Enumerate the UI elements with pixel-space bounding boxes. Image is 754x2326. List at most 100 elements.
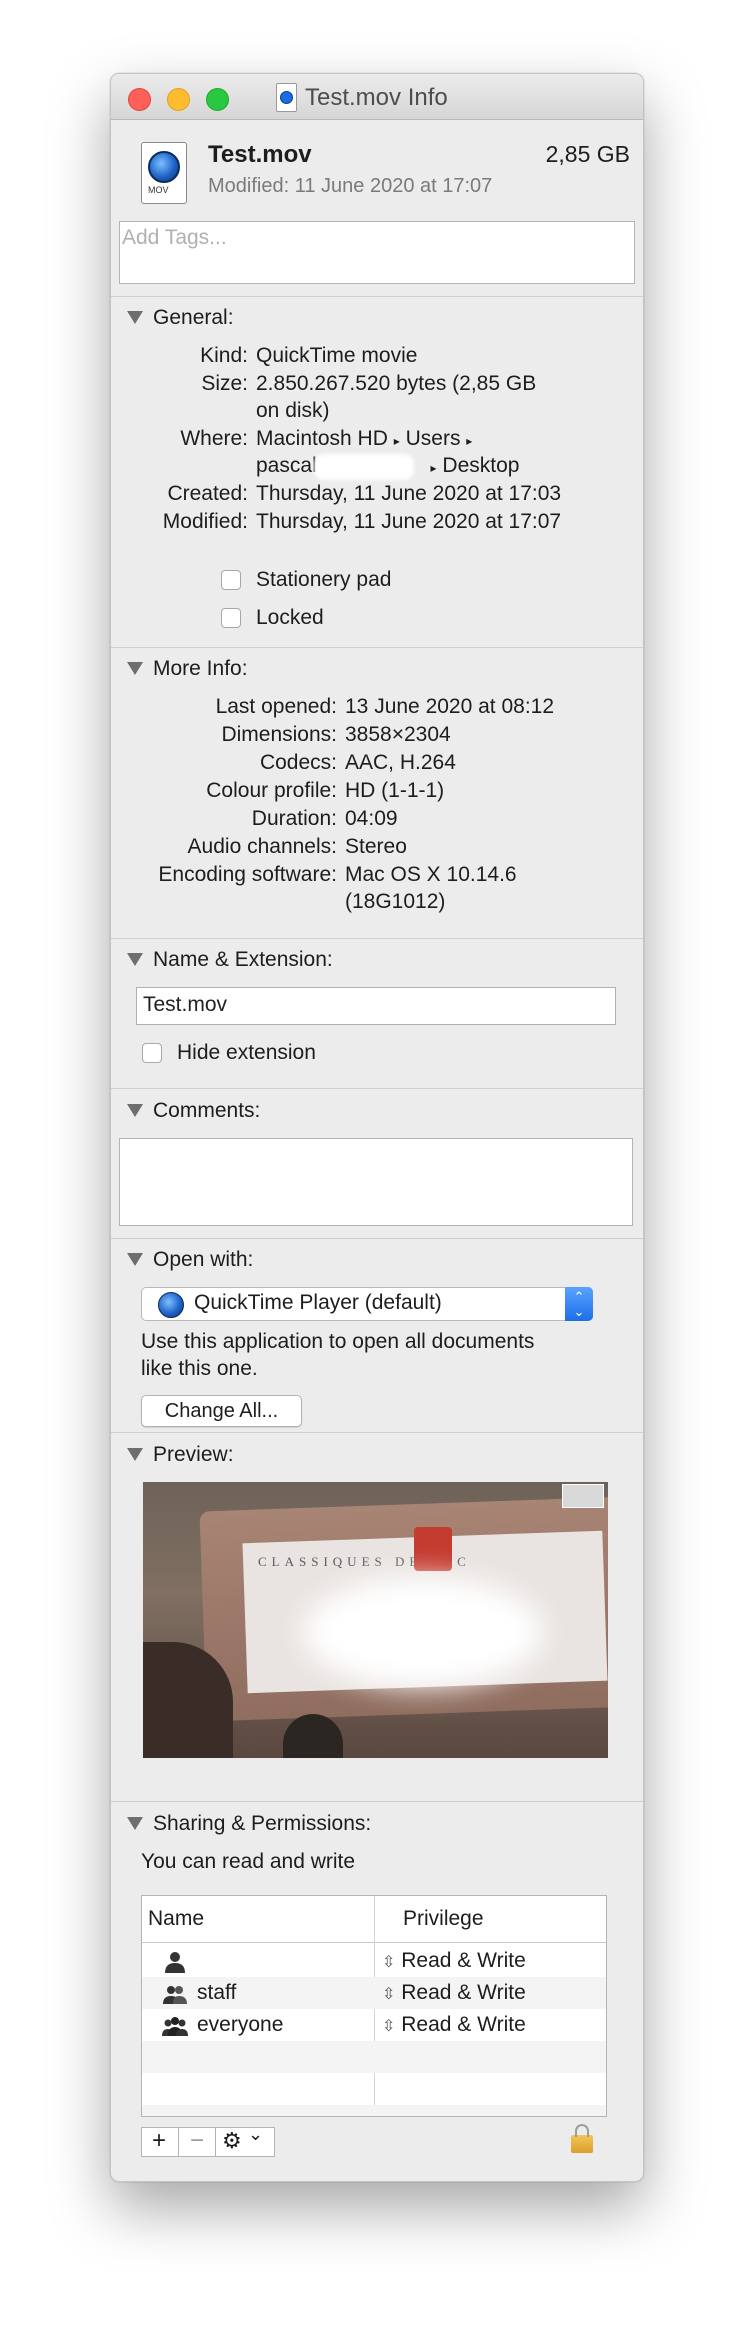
- disclosure-triangle-icon[interactable]: [127, 311, 143, 324]
- tags-input[interactable]: [120, 222, 602, 250]
- section-comments[interactable]: Comments:: [153, 1099, 260, 1123]
- table-row-empty: [142, 2041, 606, 2073]
- codecs-value: AAC, H.264: [345, 751, 456, 774]
- encoding-software-label: Encoding software:: [158, 863, 337, 886]
- movie-file-icon: MOV: [141, 142, 187, 204]
- lock-icon[interactable]: [571, 2124, 593, 2153]
- single-user-icon: [165, 1952, 185, 1973]
- action-menu-button[interactable]: ⚙ ⌄: [215, 2124, 275, 2157]
- disclosure-triangle-icon[interactable]: [127, 953, 143, 966]
- section-general[interactable]: General:: [153, 306, 234, 330]
- redacted-user: [197, 1951, 352, 1973]
- stationery-label: Stationery pad: [256, 568, 392, 591]
- open-with-popup[interactable]: QuickTime Player (default) ⌃ ⌄: [141, 1287, 593, 1321]
- everyone-icon: [162, 2017, 188, 2036]
- modified-value: Thursday, 11 June 2020 at 17:07: [256, 510, 562, 533]
- gear-icon: ⚙: [222, 2128, 242, 2153]
- disclosure-triangle-icon[interactable]: [127, 1817, 143, 1830]
- where-path: Macintosh HD ▸ Users ▸: [256, 427, 472, 451]
- quicktime-player-icon: [158, 1292, 184, 1318]
- permission-privilege[interactable]: ⇳ Read & Write: [382, 1981, 526, 2005]
- close-button[interactable]: [128, 88, 151, 111]
- size-value-cont: on disk): [256, 399, 330, 422]
- file-icon-label: MOV: [148, 185, 169, 195]
- colour-profile-value: HD (1-1-1): [345, 779, 445, 802]
- encoding-software-build: (18G1012): [345, 890, 446, 913]
- stationery-checkbox[interactable]: [221, 570, 241, 590]
- info-window: Test.mov Info MOV Test.mov 2,85 GB Modif…: [110, 73, 644, 2182]
- divider: [111, 938, 643, 939]
- path-arrow-icon: ▸: [430, 461, 437, 475]
- path-desktop: Desktop: [442, 454, 520, 477]
- path-users: Users: [405, 427, 461, 450]
- divider: [111, 647, 643, 648]
- created-label: Created:: [167, 482, 248, 505]
- add-button[interactable]: +: [141, 2127, 179, 2157]
- zoom-button[interactable]: [206, 88, 229, 111]
- duration-label: Duration:: [251, 807, 337, 830]
- quicktime-document-icon: [276, 83, 297, 112]
- redacted-area: [303, 1577, 543, 1687]
- change-all-button[interactable]: Change All...: [141, 1395, 302, 1427]
- file-size: 2,85 GB: [545, 141, 630, 167]
- table-row[interactable]: everyone ⇳ Read & Write: [142, 2009, 606, 2041]
- disclosure-triangle-icon[interactable]: [127, 1448, 143, 1461]
- table-row[interactable]: ⇳ Read & Write: [142, 1945, 606, 1977]
- movie-preview[interactable]: CLASSIQUES DE POC: [143, 1482, 608, 1758]
- name-field[interactable]: [136, 987, 616, 1025]
- path-arrow-icon: ▸: [466, 434, 473, 448]
- column-privilege[interactable]: Privilege: [403, 1907, 484, 1931]
- divider: [111, 1432, 643, 1433]
- tags-field[interactable]: [119, 221, 635, 284]
- title-bar: Test.mov Info: [111, 74, 643, 120]
- permissions-table[interactable]: Name Privilege ⇳ Read & Write staff ⇳ Re…: [141, 1895, 607, 2117]
- section-sharing[interactable]: Sharing & Permissions:: [153, 1812, 371, 1836]
- size-value: 2.850.267.520 bytes (2,85 GB: [256, 372, 537, 395]
- section-more-info[interactable]: More Info:: [153, 657, 248, 681]
- codecs-label: Codecs:: [259, 751, 337, 774]
- name-input[interactable]: [137, 988, 609, 1022]
- audio-channels-label: Audio channels:: [187, 835, 337, 858]
- disclosure-triangle-icon[interactable]: [127, 1104, 143, 1117]
- created-value: Thursday, 11 June 2020 at 17:03: [256, 482, 562, 505]
- column-name[interactable]: Name: [148, 1907, 204, 1931]
- sharing-summary: You can read and write: [141, 1850, 356, 1873]
- disclosure-triangle-icon[interactable]: [127, 662, 143, 675]
- dimensions-value: 3858×2304: [345, 723, 451, 746]
- last-opened-label: Last opened:: [215, 695, 337, 718]
- dimensions-label: Dimensions:: [221, 723, 337, 746]
- section-open-with[interactable]: Open with:: [153, 1248, 253, 1272]
- quicktime-logo-icon: [148, 151, 180, 183]
- path-disk: Macintosh HD: [256, 427, 388, 450]
- table-row-empty: [142, 2105, 606, 2116]
- section-preview[interactable]: Preview:: [153, 1443, 234, 1467]
- divider: [111, 1088, 643, 1089]
- popup-stepper-icon: ⌃ ⌄: [565, 1287, 593, 1321]
- remove-button[interactable]: −: [178, 2127, 216, 2157]
- open-with-description-cont: like this one.: [141, 1357, 258, 1380]
- window-title: Test.mov Info: [305, 84, 448, 111]
- permission-privilege[interactable]: ⇳ Read & Write: [382, 2013, 526, 2037]
- redacted-username: [314, 454, 414, 480]
- modified-summary: Modified: 11 June 2020 at 17:07: [208, 175, 493, 197]
- permission-user-name: staff: [197, 1981, 237, 2004]
- minimize-button[interactable]: [167, 88, 190, 111]
- permission-user-name: everyone: [197, 2013, 284, 2036]
- comments-textarea[interactable]: [119, 1138, 633, 1226]
- preview-pip-thumbnail: [562, 1484, 604, 1508]
- encoding-software-value: Mac OS X 10.14.6: [345, 863, 517, 886]
- disclosure-triangle-icon[interactable]: [127, 1253, 143, 1266]
- locked-checkbox[interactable]: [221, 608, 241, 628]
- kind-label: Kind:: [200, 344, 248, 367]
- permission-privilege[interactable]: ⇳ Read & Write: [382, 1949, 526, 1973]
- locked-label: Locked: [256, 606, 324, 629]
- preview-badge: [414, 1527, 452, 1571]
- audio-channels-value: Stereo: [345, 835, 407, 858]
- section-name-extension[interactable]: Name & Extension:: [153, 948, 333, 972]
- table-row[interactable]: staff ⇳ Read & Write: [142, 1977, 606, 2009]
- kind-value: QuickTime movie: [256, 344, 418, 367]
- group-icon: [163, 1986, 187, 2004]
- divider: [111, 296, 643, 297]
- hide-extension-checkbox[interactable]: [142, 1043, 162, 1063]
- last-opened-value: 13 June 2020 at 08:12: [345, 695, 555, 718]
